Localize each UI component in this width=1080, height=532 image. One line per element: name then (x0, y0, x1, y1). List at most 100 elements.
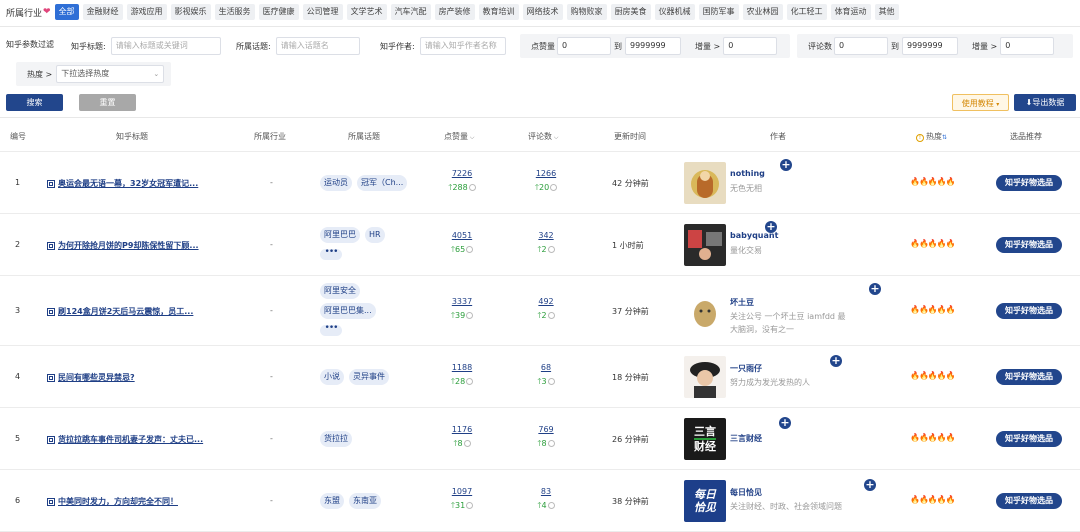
topic-tag[interactable]: 运动员 (320, 175, 352, 191)
author-name[interactable]: 一只雨仔 (730, 363, 762, 374)
recommend-button[interactable]: 知乎好物选品 (996, 237, 1062, 253)
industry-chip[interactable]: 网络技术 (522, 4, 563, 20)
likes-link[interactable]: 7226 (442, 169, 482, 178)
industry-chip[interactable]: 化工轻工 (786, 4, 827, 20)
row-id: 5 (15, 434, 21, 443)
industry-chip[interactable]: 汽车汽配 (390, 4, 431, 20)
likes-link[interactable]: 1097 (442, 487, 482, 496)
follow-plus-icon[interactable]: + (869, 283, 881, 295)
author-input[interactable]: 请输入知乎作者名称 (419, 37, 506, 55)
industry-chip[interactable]: 公司管理 (302, 4, 343, 20)
industry-chip[interactable]: 医疗健康 (258, 4, 299, 20)
likes-link[interactable]: 1188 (442, 363, 482, 372)
follow-plus-icon[interactable]: + (779, 417, 791, 429)
industry-chip[interactable]: 购物败家 (566, 4, 607, 20)
avatar[interactable]: 每日 恰见 (684, 480, 726, 522)
header-heat[interactable]: ! 热度⇅ (916, 131, 947, 142)
likes-metric: 7226 🡑288 (442, 169, 482, 196)
comments-link[interactable]: 492 (526, 297, 566, 306)
export-button[interactable]: ⬇导出数据 (1014, 94, 1076, 111)
comments-growth-input[interactable]: 0 (1000, 37, 1055, 55)
industry-chip[interactable]: 仪器机械 (654, 4, 695, 20)
clock-icon (463, 440, 471, 447)
comments-link[interactable]: 68 (526, 363, 566, 372)
recommend-button[interactable]: 知乎好物选品 (996, 175, 1062, 191)
likes-link[interactable]: 1176 (442, 425, 482, 434)
likes-link[interactable]: 4051 (442, 231, 482, 240)
follow-plus-icon[interactable]: + (780, 159, 792, 171)
author-name[interactable]: 每日恰见 (730, 487, 762, 498)
header-comments[interactable]: 评论数 ⌵ (528, 131, 558, 142)
comments-link[interactable]: 1266 (526, 169, 566, 178)
likes-min-input[interactable]: 0 (557, 37, 611, 55)
likes-growth-input[interactable]: 0 (723, 37, 778, 55)
heat-select[interactable]: 下拉选择热度 ⌄ (56, 65, 165, 83)
recommend-button[interactable]: 知乎好物选品 (996, 431, 1062, 447)
author-name[interactable]: 三言财经 (730, 433, 762, 444)
comments-max-input[interactable]: 9999999 (902, 37, 958, 55)
topic-tag[interactable]: 东盟 (320, 493, 344, 509)
industry-chip[interactable]: 教育培训 (478, 4, 519, 20)
post-title-link[interactable]: 刷124盒月饼2天后马云震惊，员工... (47, 306, 193, 317)
header-likes[interactable]: 点赞量 ⌵ (444, 131, 474, 142)
avatar[interactable] (684, 356, 726, 398)
industry-chip[interactable]: 生活服务 (214, 4, 255, 20)
topic-tag[interactable]: 东南亚 (349, 493, 381, 509)
industry-chip[interactable]: 房产装修 (434, 4, 475, 20)
grid-icon (47, 497, 55, 506)
topic-tag[interactable]: 小说 (320, 369, 344, 385)
tutorial-button[interactable]: 使用教程 ▾ (952, 94, 1009, 111)
industry-chip[interactable]: 文学艺术 (346, 4, 387, 20)
post-title-link[interactable]: 为何开除抢月饼的P9却陈保性留下顾... (47, 240, 199, 251)
title-input[interactable]: 请输入标题或关键词 (110, 37, 221, 55)
topic-tag[interactable]: 灵异事件 (349, 369, 389, 385)
comments-min-input[interactable]: 0 (834, 37, 888, 55)
more-tags-button[interactable]: ••• (320, 324, 342, 336)
author-name[interactable]: 坏土豆 (730, 297, 754, 308)
comments-increase: 🡑2 (526, 310, 566, 324)
industry-chip[interactable]: 影视娱乐 (170, 4, 211, 20)
industry-chip[interactable]: 金融财经 (82, 4, 123, 20)
avatar[interactable] (684, 290, 726, 332)
industry-chip[interactable]: 国防军事 (698, 4, 739, 20)
topic-tag[interactable]: 冠军（Ch... (357, 175, 408, 191)
industry-chip[interactable]: 游戏应用 (126, 4, 167, 20)
author-name[interactable]: nothing (730, 169, 765, 178)
comments-link[interactable]: 342 (526, 231, 566, 240)
industry-chip[interactable]: 农业林园 (742, 4, 783, 20)
follow-plus-icon[interactable]: + (765, 221, 777, 233)
recommend-button[interactable]: 知乎好物选品 (996, 369, 1062, 385)
follow-plus-icon[interactable]: + (864, 479, 876, 491)
post-title-link[interactable]: 中美同时发力，方向却完全不同！ (47, 496, 178, 507)
avatar[interactable]: 三言 财经 (684, 418, 726, 460)
comments-link[interactable]: 769 (526, 425, 566, 434)
author-description: 量化交易 (730, 246, 762, 255)
industry-value: - (270, 306, 273, 315)
avatar[interactable] (684, 162, 726, 204)
topic-tag[interactable]: HR (365, 227, 385, 243)
search-button[interactable]: 搜索 (6, 94, 63, 111)
likes-max-input[interactable]: 9999999 (625, 37, 681, 55)
post-title-link[interactable]: 民间有哪些灵异禁忌? (47, 372, 135, 383)
follow-plus-icon[interactable]: + (830, 355, 842, 367)
industry-chip[interactable]: 全部 (54, 4, 79, 20)
reset-button[interactable]: 重置 (79, 94, 136, 111)
comments-link[interactable]: 83 (526, 487, 566, 496)
recommend-button[interactable]: 知乎好物选品 (996, 303, 1062, 319)
topic-tag[interactable]: 阿里安全 (320, 283, 360, 299)
post-title-link[interactable]: 奥运会最无语一幕，32岁女冠军遭记... (47, 178, 198, 189)
topic-tag[interactable]: 阿里巴巴 (320, 227, 360, 243)
topic-tags: 阿里安全 阿里巴巴集... ••• (320, 283, 381, 336)
topic-input[interactable]: 请输入话题名 (275, 37, 360, 55)
industry-chip[interactable]: 厨房美食 (610, 4, 651, 20)
likes-link[interactable]: 3337 (442, 297, 482, 306)
industry-chip[interactable]: 体育运动 (830, 4, 871, 20)
more-tags-button[interactable]: ••• (320, 248, 342, 260)
topic-tag[interactable]: 阿里巴巴集... (320, 303, 376, 319)
recommend-button[interactable]: 知乎好物选品 (996, 493, 1062, 509)
topic-tag[interactable]: 货拉拉 (320, 431, 352, 447)
industry-chip[interactable]: 其他 (874, 4, 899, 20)
avatar[interactable] (684, 224, 726, 266)
grid-icon (47, 307, 55, 316)
post-title-link[interactable]: 货拉拉跳车事件司机妻子发声：丈夫已... (47, 434, 203, 445)
